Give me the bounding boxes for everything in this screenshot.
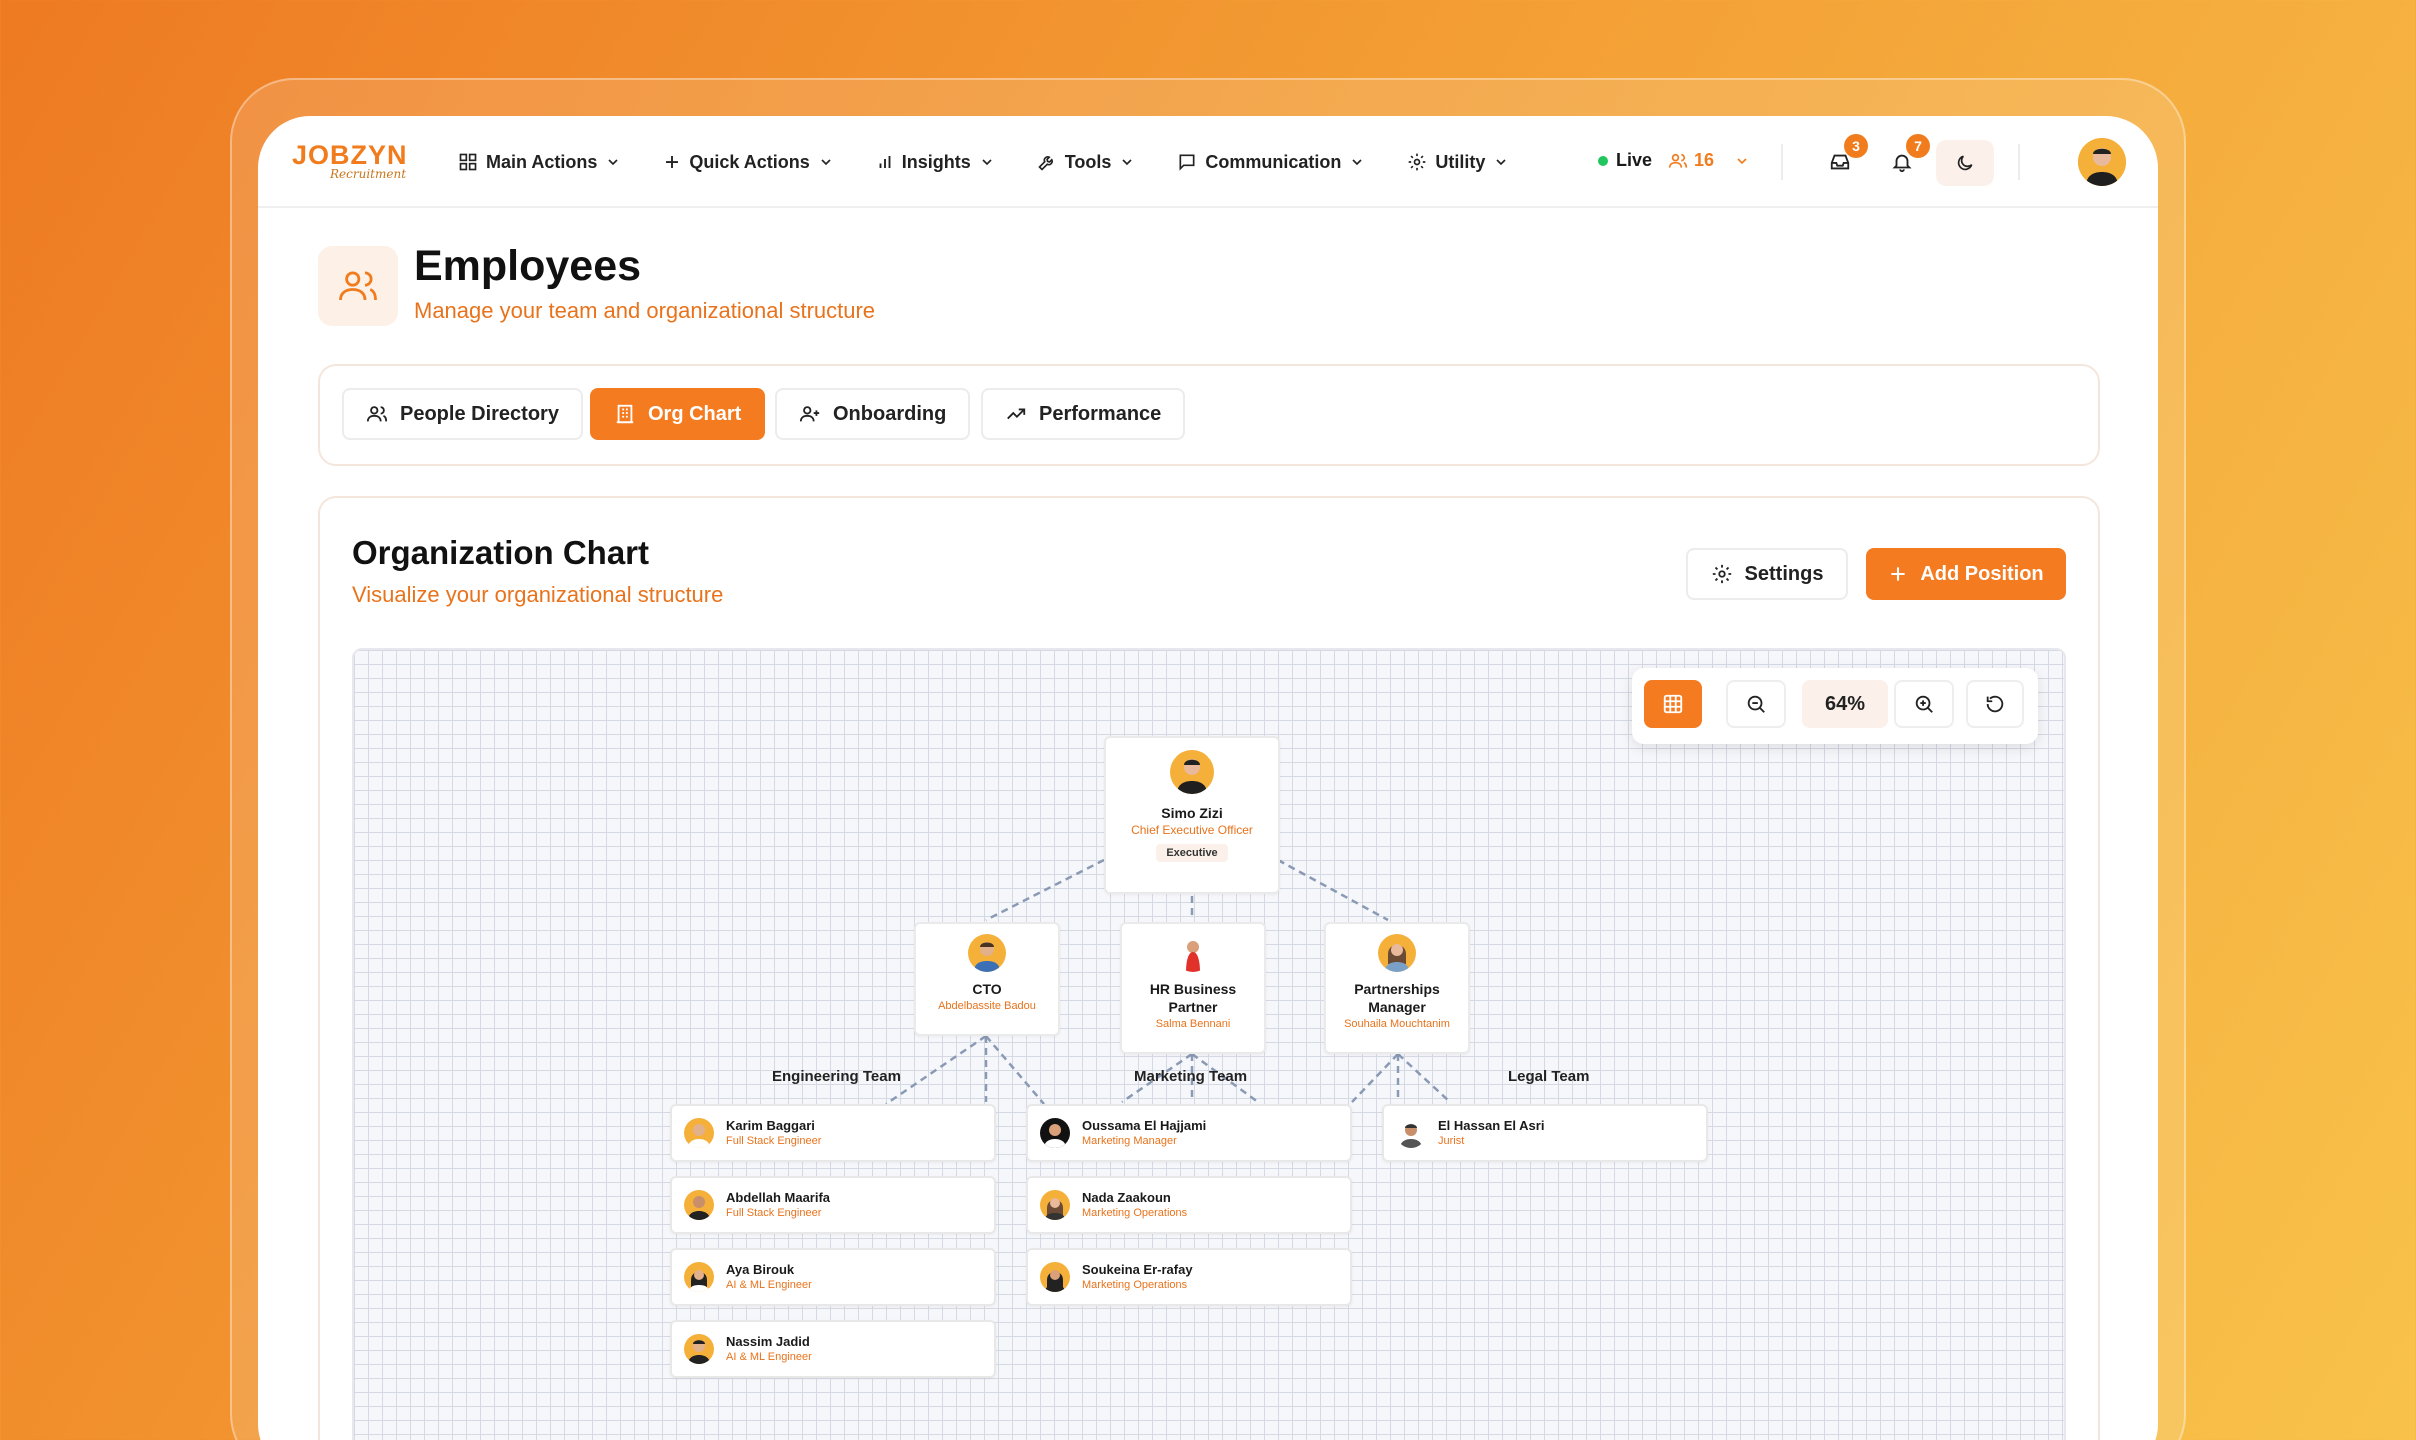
employee-card[interactable]: Abdellah Maarifa Full Stack Engineer	[670, 1176, 996, 1234]
inbox-button[interactable]: 3	[1818, 134, 1868, 184]
inbox-badge: 3	[1844, 134, 1868, 158]
nav-insights[interactable]: Insights	[876, 152, 995, 173]
chevron-down-icon	[608, 159, 618, 166]
avatar	[684, 1190, 714, 1220]
avatar	[968, 934, 1006, 972]
grid-icon	[1663, 694, 1683, 714]
employee-card[interactable]: Oussama El Hajjami Marketing Manager	[1026, 1104, 1352, 1162]
bar-chart-icon	[879, 156, 891, 168]
building-icon	[616, 404, 634, 424]
employee-card[interactable]: Nassim Jadid AI & ML Engineer	[670, 1320, 996, 1378]
plus-icon	[1891, 567, 1905, 581]
tab-onboarding[interactable]: Onboarding	[775, 388, 971, 440]
employees-icon-box	[318, 246, 398, 326]
online-users: 16	[1668, 150, 1750, 171]
page-title: Employees	[414, 242, 642, 290]
live-status[interactable]: Live 16	[1598, 150, 1750, 171]
reset-view-button[interactable]	[1966, 680, 2024, 728]
divider	[1781, 144, 1783, 180]
avatar	[1040, 1190, 1070, 1220]
nav-tools[interactable]: Tools	[1037, 152, 1136, 173]
wrench-icon	[1038, 156, 1053, 171]
zoom-out-icon	[1747, 695, 1765, 713]
theme-toggle-button[interactable]	[1936, 140, 1994, 186]
reset-icon	[1986, 695, 2004, 713]
nav-main-actions[interactable]: Main Actions	[458, 152, 621, 173]
zoom-in-button[interactable]	[1894, 680, 1954, 728]
team-label-legal: Legal Team	[1508, 1068, 1590, 1085]
tabs-container: People Directory Org Chart Onboarding Pe…	[318, 364, 2100, 466]
avatar	[1396, 1118, 1426, 1148]
chevron-down-icon	[1122, 159, 1132, 166]
employee-card[interactable]: El Hassan El Asri Jurist	[1382, 1104, 1708, 1162]
trending-up-icon	[1007, 408, 1026, 420]
avatar	[1040, 1118, 1070, 1148]
live-dot	[1598, 155, 1608, 166]
team-label-engineering: Engineering Team	[772, 1068, 901, 1085]
zoom-in-icon	[1915, 695, 1933, 713]
header-tools: Live 16 3 7	[1598, 116, 2158, 208]
tab-people-directory[interactable]: People Directory	[342, 388, 583, 440]
moon-icon	[1957, 155, 1973, 171]
add-position-button[interactable]: Add Position	[1866, 548, 2066, 600]
ceo-node[interactable]: Simo Zizi Chief Executive Officer Execut…	[1104, 736, 1280, 894]
jobzyn-logo[interactable]: JOBZYN Recruitment	[292, 142, 408, 181]
avatar	[684, 1334, 714, 1364]
chevron-down-icon	[1352, 159, 1362, 166]
zoom-out-button[interactable]	[1726, 680, 1786, 728]
chevron-down-icon	[1496, 159, 1507, 166]
grid-icon	[459, 153, 477, 171]
avatar	[1040, 1262, 1070, 1292]
org-chart-subtitle: Visualize your organizational structure	[352, 582, 724, 607]
zoom-toolbar: 64%	[1632, 668, 2038, 744]
toggle-grid-button[interactable]	[1644, 680, 1702, 728]
gear-icon	[1409, 153, 1426, 171]
zoom-level: 64%	[1802, 680, 1888, 728]
employee-card[interactable]: Soukeina Er-rafay Marketing Operations	[1026, 1248, 1352, 1306]
manager-node[interactable]: Partnerships Manager Souhaila Mouchtanim	[1324, 922, 1470, 1054]
notifications-button[interactable]: 7	[1880, 134, 1930, 184]
employee-card[interactable]: Nada Zaakoun Marketing Operations	[1026, 1176, 1352, 1234]
gear-icon	[1712, 564, 1731, 584]
chevron-down-icon	[1737, 157, 1747, 164]
message-icon	[1179, 154, 1195, 171]
users-icon	[339, 271, 377, 301]
nav-quick-actions[interactable]: Quick Actions	[663, 152, 833, 173]
employee-card[interactable]: Karim Baggari Full Stack Engineer	[670, 1104, 996, 1162]
avatar-image	[2078, 138, 2126, 186]
team-label-marketing: Marketing Team	[1134, 1068, 1248, 1085]
top-navbar: JOBZYN Recruitment Main Actions Quick Ac…	[258, 116, 2158, 208]
nav-communication[interactable]: Communication	[1177, 152, 1365, 173]
avatar	[1170, 750, 1214, 794]
manager-node[interactable]: HR Business Partner Salma Bennani	[1120, 922, 1266, 1054]
avatar	[684, 1262, 714, 1292]
nav-utility[interactable]: Utility	[1407, 152, 1509, 173]
employee-card[interactable]: Aya Birouk AI & ML Engineer	[670, 1248, 996, 1306]
user-plus-icon	[799, 406, 820, 422]
app-window: JOBZYN Recruitment Main Actions Quick Ac…	[258, 116, 2158, 1440]
user-avatar[interactable]	[2078, 138, 2126, 186]
tab-performance[interactable]: Performance	[981, 388, 1186, 440]
page-subtitle: Manage your team and organizational stru…	[414, 298, 876, 323]
notifications-badge: 7	[1906, 134, 1930, 158]
users-icon	[366, 406, 388, 422]
settings-button[interactable]: Settings	[1686, 548, 1848, 600]
plus-icon	[666, 156, 679, 168]
avatar	[1378, 934, 1416, 972]
chevron-down-icon	[821, 159, 831, 166]
avatar	[684, 1118, 714, 1148]
org-chart-title: Organization Chart	[352, 534, 650, 571]
tab-org-chart[interactable]: Org Chart	[590, 388, 766, 440]
manager-node[interactable]: CTO Abdelbassite Badou	[914, 922, 1060, 1036]
divider	[2018, 144, 2020, 180]
avatar	[1174, 934, 1212, 972]
chevron-down-icon	[982, 159, 992, 166]
department-tag: Executive	[1156, 844, 1228, 862]
users-icon	[1668, 153, 1688, 168]
main-nav: Main Actions Quick Actions Insights Tool…	[458, 116, 1551, 208]
